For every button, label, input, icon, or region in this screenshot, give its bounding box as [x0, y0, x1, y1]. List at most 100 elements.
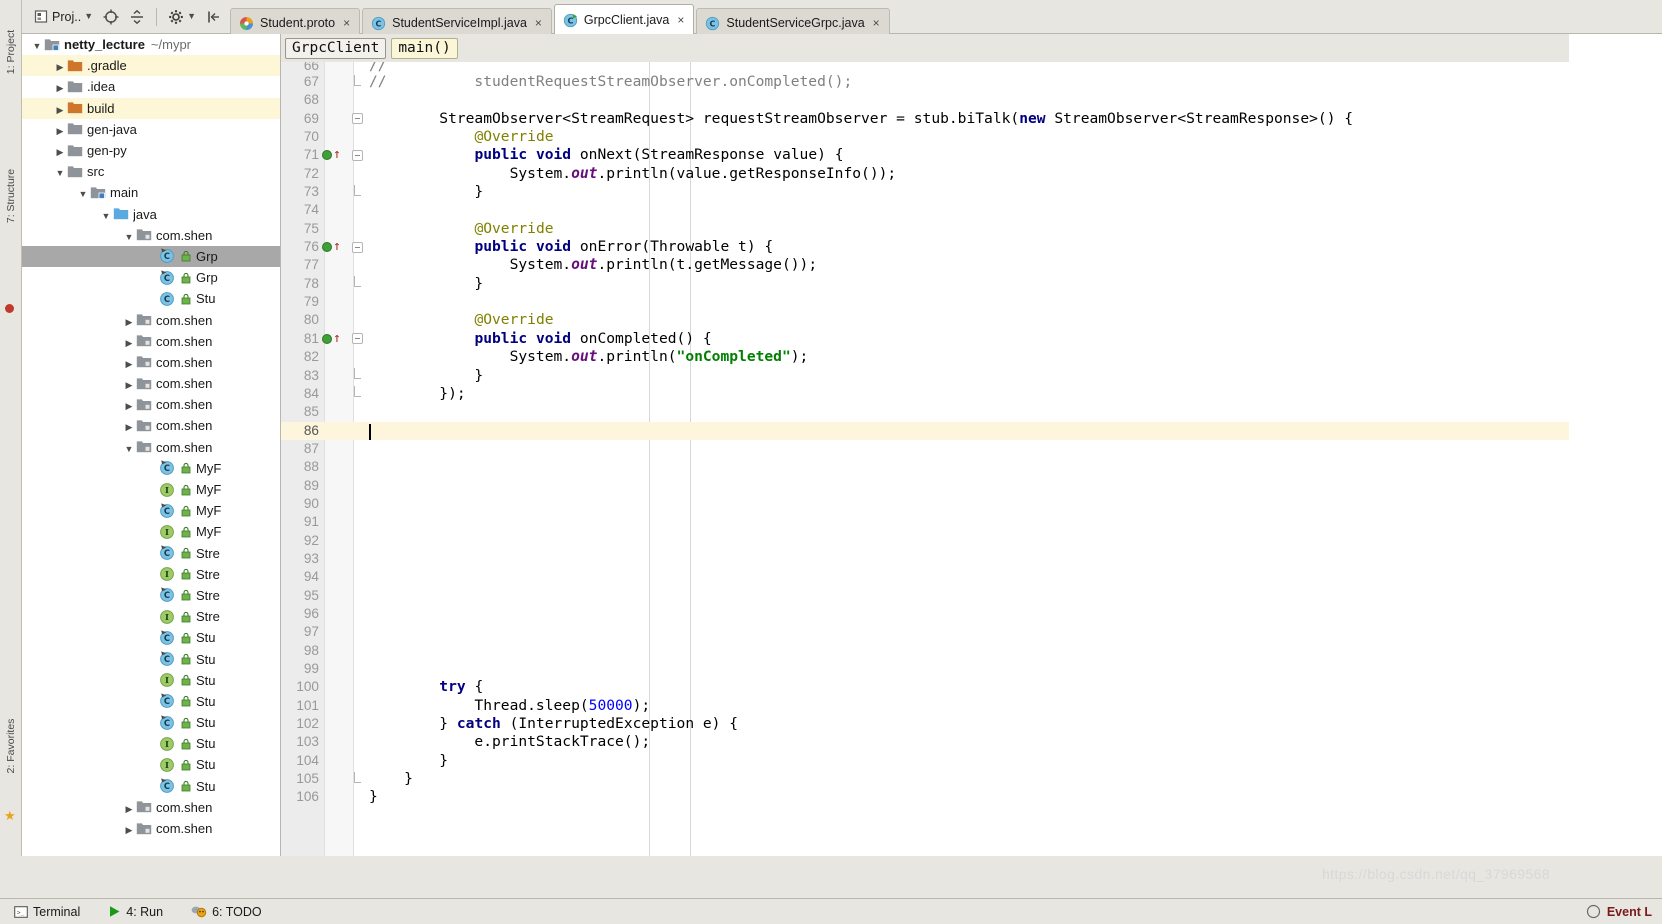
code-line[interactable]: 77 System.out.println(t.getMessage()); — [281, 256, 1662, 274]
tree-item[interactable]: C Grp — [22, 267, 280, 288]
code-line[interactable]: 84 }); — [281, 385, 1662, 403]
code-line[interactable]: 66 // — [281, 62, 1662, 73]
tree-item[interactable]: ▶ com.shen — [22, 415, 280, 436]
tree-item[interactable]: ▶ .gradle — [22, 55, 280, 77]
override-method-marker-icon[interactable]: ↑ — [322, 146, 344, 164]
fold-end-icon[interactable] — [350, 73, 364, 91]
tree-expand-arrow-icon[interactable]: ▶ — [53, 101, 67, 116]
code-line[interactable]: 82 System.out.println("onCompleted"); — [281, 348, 1662, 366]
editor-tab-grpcclient[interactable]: C GrpcClient.java × — [553, 3, 695, 36]
tree-item[interactable]: ▶ gen-java — [22, 119, 280, 140]
code-editor[interactable]: 66 // 67 // studentRequestStreamObserver.on… — [281, 62, 1662, 856]
breadcrumb-method[interactable]: main() — [391, 37, 458, 59]
code-line[interactable]: 104 } — [281, 752, 1662, 770]
tree-expand-arrow-icon[interactable]: ▶ — [53, 143, 67, 158]
tree-item[interactable]: C Stu — [22, 288, 280, 309]
code-lines[interactable]: 66 // 67 // studentRequestStreamObserver.on… — [281, 62, 1662, 807]
status-todo-button[interactable]: 6: TODO — [177, 905, 276, 919]
tree-item[interactable]: C Stu — [22, 712, 280, 733]
code-line[interactable]: 83 } — [281, 367, 1662, 385]
tree-item[interactable]: ▶ com.shen — [22, 309, 280, 330]
tree-item[interactable]: C Grp — [22, 245, 280, 268]
tree-item[interactable]: ▶ com.shen — [22, 373, 280, 394]
tree-item[interactable]: I Stu — [22, 754, 280, 775]
tree-expand-arrow-icon[interactable]: ▶ — [122, 397, 136, 412]
code-line[interactable]: 102 } catch (InterruptedException e) { — [281, 715, 1662, 733]
editor-tab-student-proto[interactable]: Student.proto × — [230, 7, 361, 38]
tree-item[interactable]: ▶ build — [22, 97, 280, 119]
fold-collapse-icon[interactable] — [350, 330, 364, 348]
code-line[interactable]: 92 — [281, 532, 1662, 550]
tree-item[interactable]: I MyF — [22, 521, 280, 542]
code-line[interactable]: 81 ↑ public void onCompleted() { — [281, 330, 1662, 348]
tree-expand-arrow-icon[interactable]: ▶ — [122, 376, 136, 391]
code-line[interactable]: 79 — [281, 293, 1662, 311]
tree-expand-arrow-icon[interactable]: ▶ — [122, 355, 136, 370]
tree-item[interactable]: C MyF — [22, 500, 280, 521]
code-line[interactable]: 85 — [281, 403, 1662, 421]
status-run-button[interactable]: 4: Run — [94, 905, 177, 919]
tree-item[interactable]: C Stu — [22, 776, 280, 797]
project-view-dropdown[interactable]: Proj.. ▼ — [30, 5, 97, 29]
code-line[interactable]: 95 — [281, 587, 1662, 605]
tool-window-button-structure[interactable]: 7: Structure — [5, 163, 17, 229]
code-line[interactable]: 88 — [281, 458, 1662, 476]
settings-button[interactable]: ▼ — [164, 5, 200, 29]
code-line[interactable]: 80 @Override — [281, 311, 1662, 329]
tree-item[interactable]: C Stu — [22, 648, 280, 669]
code-line[interactable]: 93 — [281, 550, 1662, 568]
fold-end-icon[interactable] — [350, 183, 364, 201]
fold-collapse-icon[interactable] — [350, 146, 364, 164]
code-line[interactable]: 68 — [281, 91, 1662, 109]
code-line[interactable]: 75 @Override — [281, 220, 1662, 238]
tree-item[interactable]: ▼ java — [22, 204, 280, 225]
code-line[interactable]: 74 — [281, 201, 1662, 219]
code-line[interactable]: 78 } — [281, 275, 1662, 293]
code-line[interactable]: 72 System.out.println(value.getResponseI… — [281, 165, 1662, 183]
tree-item[interactable]: ▼ com.shen — [22, 225, 280, 246]
tool-window-button-favorites[interactable]: 2: Favorites — [5, 713, 17, 779]
tree-item[interactable]: I Stre — [22, 564, 280, 585]
tree-item[interactable]: ▼ src — [22, 161, 280, 182]
tree-collapse-arrow-icon[interactable]: ▼ — [122, 228, 136, 243]
tree-item[interactable]: C Stre — [22, 585, 280, 606]
code-line[interactable]: 98 — [281, 642, 1662, 660]
collapse-all-button[interactable] — [125, 5, 149, 29]
code-line[interactable]: 71 ↑ public void onNext(StreamResponse va… — [281, 146, 1662, 164]
tree-item[interactable]: C Stu — [22, 691, 280, 712]
status-terminal-button[interactable]: >_ Terminal — [0, 905, 94, 919]
project-tool-window[interactable]: ▼ netty_lecture ~/mypr ▶ .gradle ▶ .idea ▶ build… — [22, 34, 281, 856]
tree-item[interactable]: I MyF — [22, 479, 280, 500]
project-tree[interactable]: ▼ netty_lecture ~/mypr ▶ .gradle ▶ .idea ▶ build… — [22, 34, 280, 839]
close-icon[interactable]: × — [873, 16, 880, 30]
tree-collapse-arrow-icon[interactable]: ▼ — [53, 164, 67, 179]
event-log-label[interactable]: Event L — [1607, 905, 1652, 919]
fold-end-icon[interactable] — [350, 385, 364, 403]
tree-item[interactable]: I Stu — [22, 670, 280, 691]
tree-item[interactable]: ▶ com.shen — [22, 394, 280, 415]
fold-collapse-icon[interactable] — [350, 238, 364, 256]
tree-item[interactable]: ▼ com.shen — [22, 437, 280, 458]
code-line[interactable]: 73 } — [281, 183, 1662, 201]
editor-tab-studentservicegrpc[interactable]: C StudentServiceGrpc.java × — [696, 7, 890, 38]
code-line[interactable]: 67 // studentRequestStreamObserver.onComp… — [281, 73, 1662, 91]
hide-panel-button[interactable] — [202, 5, 226, 29]
code-line[interactable]: 89 — [281, 477, 1662, 495]
tree-item[interactable]: C Stre — [22, 543, 280, 564]
code-line[interactable]: 96 — [281, 605, 1662, 623]
code-line[interactable]: 99 — [281, 660, 1662, 678]
code-line[interactable]: 90 — [281, 495, 1662, 513]
override-method-marker-icon[interactable]: ↑ — [322, 238, 344, 256]
tree-item[interactable]: ▶ com.shen — [22, 797, 280, 818]
tree-item[interactable]: C MyF — [22, 458, 280, 479]
tree-expand-arrow-icon[interactable]: ▶ — [53, 58, 67, 73]
tree-collapse-arrow-icon[interactable]: ▼ — [122, 440, 136, 455]
tree-item[interactable]: ▶ com.shen — [22, 352, 280, 373]
scroll-from-source-button[interactable] — [99, 5, 123, 29]
tool-window-button-project[interactable]: 1: Project — [5, 19, 17, 85]
tree-expand-arrow-icon[interactable]: ▶ — [53, 79, 67, 94]
code-line[interactable]: 97 — [281, 623, 1662, 641]
tree-expand-arrow-icon[interactable]: ▶ — [122, 313, 136, 328]
tree-expand-arrow-icon[interactable]: ▶ — [122, 800, 136, 815]
tree-expand-arrow-icon[interactable]: ▶ — [122, 334, 136, 349]
